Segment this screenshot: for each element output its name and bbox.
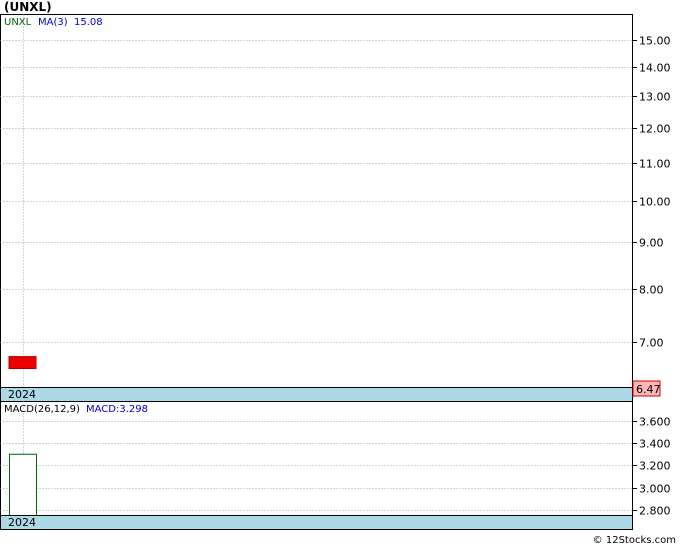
ma-legend-value: 15.08 — [74, 17, 103, 28]
price-tick-label: 15.00 — [639, 35, 671, 48]
macd-tick-label: 2.800 — [639, 505, 671, 518]
price-tick-label: 13.00 — [639, 91, 671, 104]
macd-legend-label: MACD(26,12,9) — [4, 404, 80, 415]
candles — [8, 356, 37, 370]
macd-tick-label: 3.200 — [639, 460, 671, 473]
price-tick-label: 12.00 — [639, 123, 671, 136]
price-xaxis-band — [0, 387, 633, 402]
macd-bar — [9, 453, 37, 516]
macd-legend-value: MACD:3.298 — [86, 404, 148, 415]
price-tick-label: 10.00 — [639, 196, 671, 209]
price-tick-label: 9.00 — [639, 237, 664, 250]
macd-bars — [9, 453, 37, 516]
macd-tick-label: 3.000 — [639, 483, 671, 496]
price-axis-ticks: 15.00 14.00 13.00 12.00 11.00 10.00 9.00 8.00 7.… — [632, 35, 671, 350]
candle — [8, 356, 37, 370]
macd-axis-ticks: 3.600 3.400 3.200 3.000 2.800 — [632, 416, 671, 518]
macd-panel: 3.6003.4003.2003.0002.800 MACD(26,12,9) … — [0, 401, 671, 518]
ticker-legend: UNXL — [4, 17, 32, 28]
macd-tick-label: 3.600 — [639, 416, 671, 429]
ma-legend-label: MA(3) — [38, 17, 68, 28]
macd-tick-label: 3.400 — [639, 438, 671, 451]
copyright-text: © 12Stocks.com — [592, 535, 676, 546]
macd-xaxis-year: 2024 — [8, 516, 36, 529]
macd-xaxis-band — [0, 515, 633, 530]
price-tick-label: 8.00 — [639, 284, 664, 297]
price-tick-label: 7.00 — [639, 337, 664, 350]
stock-chart: 15.00 14.00 13.00 12.00 11.00 10.00 9.00 8.00 7.… — [0, 14, 671, 530]
macd-panel-frame — [0, 401, 633, 516]
price-panel: 15.00 14.00 13.00 12.00 11.00 10.00 9.00 8.00 7.… — [0, 14, 671, 388]
price-tick-label: 11.00 — [639, 158, 671, 171]
last-price-label: 6.47 — [636, 383, 661, 396]
price-tick-label: 14.00 — [639, 62, 671, 75]
price-xaxis-year: 2024 — [8, 388, 36, 401]
